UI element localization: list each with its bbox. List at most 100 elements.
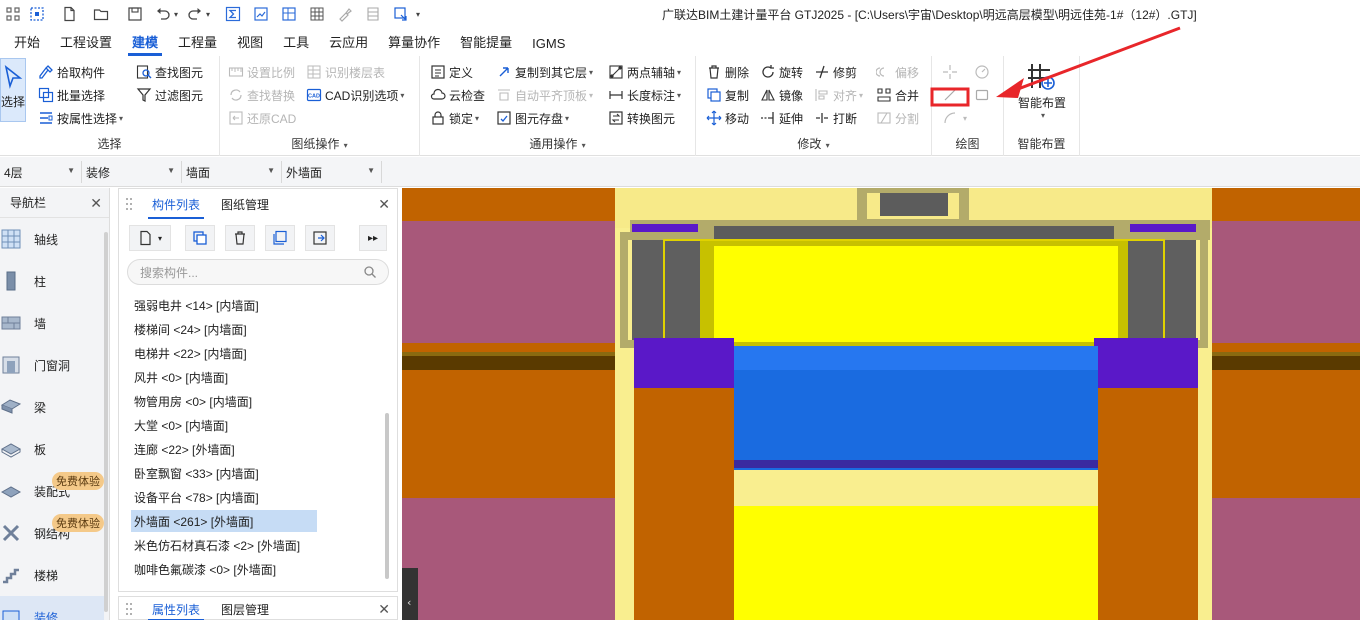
- length-mark-button[interactable]: 长度标注 ▾: [608, 85, 681, 105]
- grid-icon[interactable]: [306, 4, 328, 24]
- batch-select-button[interactable]: 批量选择: [38, 85, 105, 105]
- search-icon[interactable]: [363, 265, 377, 279]
- delete-component-button[interactable]: [225, 225, 255, 251]
- list-item[interactable]: 电梯井 <22> [内墙面]: [131, 342, 247, 364]
- tab-drawing-management[interactable]: 图纸管理: [221, 189, 269, 219]
- list-item[interactable]: 米色仿石材真石漆 <2> [外墙面]: [131, 534, 300, 556]
- sidebar-item-column[interactable]: 柱: [0, 260, 104, 302]
- list-item[interactable]: 外墙面 <261> [外墙面]: [131, 510, 317, 532]
- list-item[interactable]: 设备平台 <78> [内墙面]: [131, 486, 259, 508]
- draw-rotate-point-button[interactable]: [974, 62, 993, 82]
- modify-group-label[interactable]: 修改 ▾: [696, 135, 931, 152]
- menu-tab-7[interactable]: 算量协作: [378, 32, 450, 56]
- copy-button[interactable]: 复制: [706, 85, 749, 105]
- select-button[interactable]: 选择: [0, 58, 26, 122]
- sidebar-item-slab[interactable]: 板: [0, 428, 104, 470]
- menu-tab-1[interactable]: 工程设置: [50, 32, 122, 56]
- new-component-button[interactable]: ▾: [129, 225, 171, 251]
- sum-icon[interactable]: [222, 4, 244, 24]
- cad-icon[interactable]: [278, 4, 300, 24]
- grid-select-icon[interactable]: [26, 4, 48, 24]
- merge-button[interactable]: 合并: [876, 85, 919, 105]
- save-element-button[interactable]: 图元存盘 ▾: [496, 108, 569, 128]
- convert-element-button[interactable]: 转换图元: [608, 108, 675, 128]
- close-icon[interactable]: ✕: [378, 601, 390, 618]
- open-folder-icon[interactable]: [90, 4, 112, 24]
- list-item[interactable]: 风井 <0> [内墙面]: [131, 366, 228, 388]
- draw-point-button[interactable]: [942, 62, 961, 82]
- menu-tab-5[interactable]: 工具: [273, 32, 319, 56]
- drawing-group-label[interactable]: 图纸操作 ▾: [220, 135, 419, 152]
- search-input[interactable]: 搜索构件...: [127, 259, 389, 285]
- free-trial-badge[interactable]: 免费体验: [52, 472, 104, 490]
- auto-align-top-slab-button[interactable]: 自动平齐顶板 ▾: [496, 85, 593, 105]
- two-point-axis-button[interactable]: 两点辅轴 ▾: [608, 62, 681, 82]
- redo-dropdown-icon[interactable]: ▾: [206, 10, 216, 19]
- undo-dropdown-icon[interactable]: ▾: [174, 10, 184, 19]
- list-item[interactable]: 连廊 <22> [外墙面]: [131, 438, 235, 460]
- list-item[interactable]: 物管用房 <0> [内墙面]: [131, 390, 252, 412]
- list-item[interactable]: 咖啡色氟碳漆 <0> [外墙面]: [131, 558, 276, 580]
- redo-icon[interactable]: [184, 4, 206, 24]
- undo-icon[interactable]: [152, 4, 174, 24]
- menu-tab-6[interactable]: 云应用: [319, 32, 378, 56]
- brush-icon[interactable]: [334, 4, 356, 24]
- copy-component-button[interactable]: [185, 225, 215, 251]
- menu-tab-4[interactable]: 视图: [227, 32, 273, 56]
- category-select[interactable]: 装修 ▼: [82, 161, 182, 183]
- select-by-attribute-button[interactable]: 按属性选择 ▾: [38, 108, 123, 128]
- restore-cad-button[interactable]: 还原CAD: [228, 108, 296, 128]
- menu-tab-8[interactable]: 智能提量: [450, 32, 522, 56]
- tab-property-list[interactable]: 属性列表: [147, 597, 205, 620]
- component-select[interactable]: 外墙面 ▼: [282, 161, 382, 183]
- set-scale-button[interactable]: 设置比例: [228, 62, 295, 82]
- define-button[interactable]: 定义: [430, 62, 473, 82]
- recognize-floor-table-button[interactable]: 识别楼层表: [306, 62, 385, 82]
- draw-line-button[interactable]: [942, 85, 961, 105]
- tab-layer-management[interactable]: 图层管理: [221, 597, 269, 620]
- import-component-button[interactable]: [305, 225, 335, 251]
- find-replace-button[interactable]: 查找替换: [228, 85, 295, 105]
- extend-button[interactable]: 延伸: [760, 108, 803, 128]
- tab-component-list[interactable]: 构件列表: [147, 189, 205, 219]
- component-list-scrollbar[interactable]: [385, 413, 389, 579]
- floor-select[interactable]: 4层 ▼: [0, 161, 82, 183]
- list-item[interactable]: 大堂 <0> [内墙面]: [131, 414, 228, 436]
- close-icon[interactable]: ✕: [90, 195, 102, 212]
- trim-button[interactable]: 修剪: [814, 62, 857, 82]
- list-item[interactable]: 强弱电井 <14> [内墙面]: [131, 294, 259, 316]
- drag-handle-icon[interactable]: [125, 197, 133, 211]
- list-item[interactable]: 卧室飘窗 <33> [内墙面]: [131, 462, 259, 484]
- rotate-button[interactable]: 旋转: [760, 62, 803, 82]
- close-icon[interactable]: ✕: [378, 196, 390, 213]
- sync-icon[interactable]: [390, 4, 412, 24]
- pick-component-button[interactable]: 拾取构件: [38, 62, 105, 82]
- type-select[interactable]: 墙面 ▼: [182, 161, 282, 183]
- lock-button[interactable]: 锁定 ▾: [430, 108, 479, 128]
- move-button[interactable]: 移动: [706, 108, 749, 128]
- cloud-check-button[interactable]: 云检查: [430, 85, 485, 105]
- app-menu-icon[interactable]: [2, 4, 24, 24]
- more-tools-button[interactable]: ▸▸: [359, 225, 387, 251]
- menu-tab-2[interactable]: 建模: [122, 32, 168, 56]
- layer-icon[interactable]: [362, 4, 384, 24]
- qat-customize-icon[interactable]: ▾: [416, 10, 426, 19]
- draw-rectangle-button[interactable]: [974, 85, 993, 105]
- cad-recognize-options-button[interactable]: CAD CAD识别选项 ▾: [306, 85, 404, 105]
- menu-tab-0[interactable]: 开始: [4, 32, 50, 56]
- drag-handle-icon[interactable]: [125, 602, 133, 616]
- menu-tab-3[interactable]: 工程量: [168, 32, 227, 56]
- navigator-scrollbar[interactable]: [104, 232, 108, 612]
- new-file-icon[interactable]: [58, 4, 80, 24]
- smart-layout-button[interactable]: 智能布置 ▾: [1004, 60, 1080, 132]
- sidebar-item-wall[interactable]: 墙: [0, 302, 104, 344]
- sidebar-item-decoration[interactable]: 装修: [0, 596, 104, 620]
- sidebar-item-beam[interactable]: 梁: [0, 386, 104, 428]
- list-item[interactable]: 楼梯间 <24> [内墙面]: [131, 318, 247, 340]
- delete-button[interactable]: 删除: [706, 62, 749, 82]
- align-button[interactable]: 对齐 ▾: [814, 85, 863, 105]
- break-button[interactable]: 打断: [814, 108, 857, 128]
- filter-element-button[interactable]: 过滤图元: [136, 85, 203, 105]
- menu-tab-9[interactable]: IGMS: [522, 36, 575, 56]
- mirror-button[interactable]: 镜像: [760, 85, 803, 105]
